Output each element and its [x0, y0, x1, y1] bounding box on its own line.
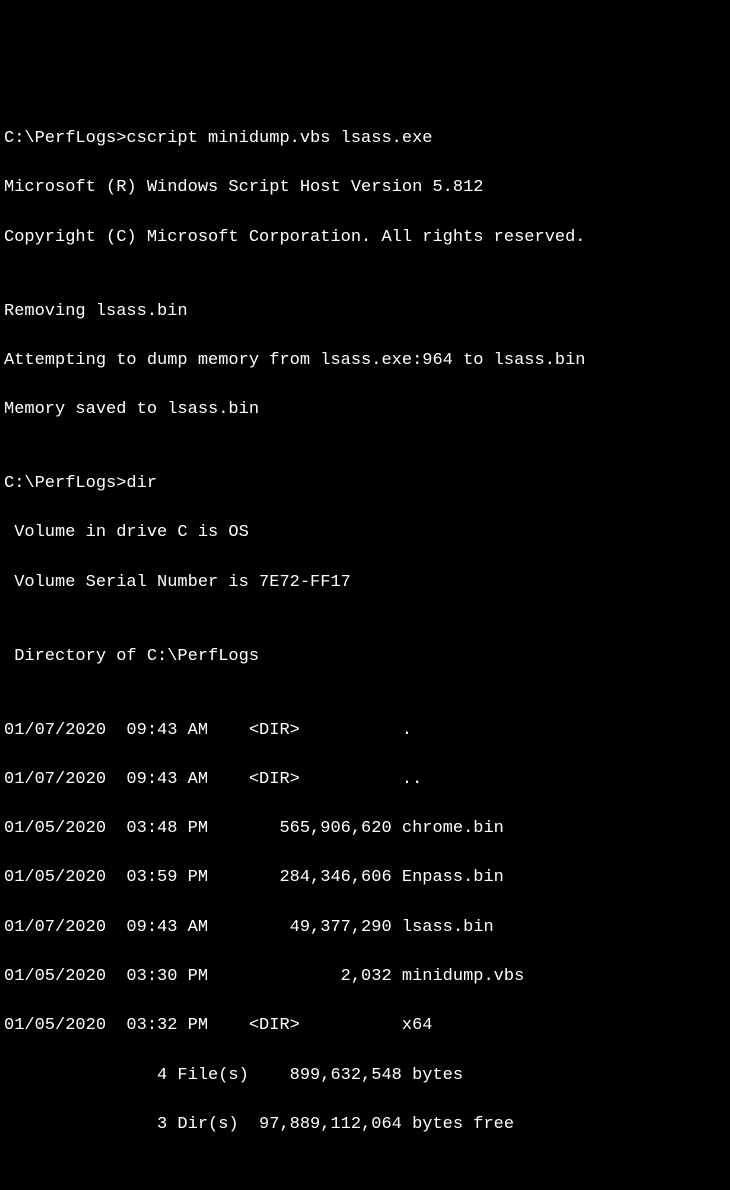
dir-entry-x64: 01/05/2020 03:32 PM <DIR> x64 [4, 1014, 726, 1039]
dir-command-line: C:\PerfLogs>dir [4, 472, 726, 497]
volume-serial-line: Volume Serial Number is 7E72-FF17 [4, 571, 726, 596]
terminal-output: C:\PerfLogs>cscript minidump.vbs lsass.e… [4, 103, 726, 1163]
file-entry-lsass: 01/07/2020 09:43 AM 49,377,290 lsass.bin [4, 916, 726, 941]
volume-drive-line: Volume in drive C is OS [4, 521, 726, 546]
file-entry-minidump: 01/05/2020 03:30 PM 2,032 minidump.vbs [4, 965, 726, 990]
file-entry-enpass: 01/05/2020 03:59 PM 284,346,606 Enpass.b… [4, 866, 726, 891]
copyright-line: Copyright (C) Microsoft Corporation. All… [4, 226, 726, 251]
dir-entry-parent: 01/07/2020 09:43 AM <DIR> .. [4, 768, 726, 793]
removing-file-line: Removing lsass.bin [4, 300, 726, 325]
file-entry-chrome: 01/05/2020 03:48 PM 565,906,620 chrome.b… [4, 817, 726, 842]
script-host-version: Microsoft (R) Windows Script Host Versio… [4, 176, 726, 201]
file-summary-line: 4 File(s) 899,632,548 bytes [4, 1064, 726, 1089]
command-line: C:\PerfLogs>cscript minidump.vbs lsass.e… [4, 127, 726, 152]
dir-entry-current: 01/07/2020 09:43 AM <DIR> . [4, 719, 726, 744]
dump-attempt-line: Attempting to dump memory from lsass.exe… [4, 349, 726, 374]
dir-summary-line: 3 Dir(s) 97,889,112,064 bytes free [4, 1113, 726, 1138]
memory-saved-line: Memory saved to lsass.bin [4, 398, 726, 423]
directory-of-line: Directory of C:\PerfLogs [4, 645, 726, 670]
